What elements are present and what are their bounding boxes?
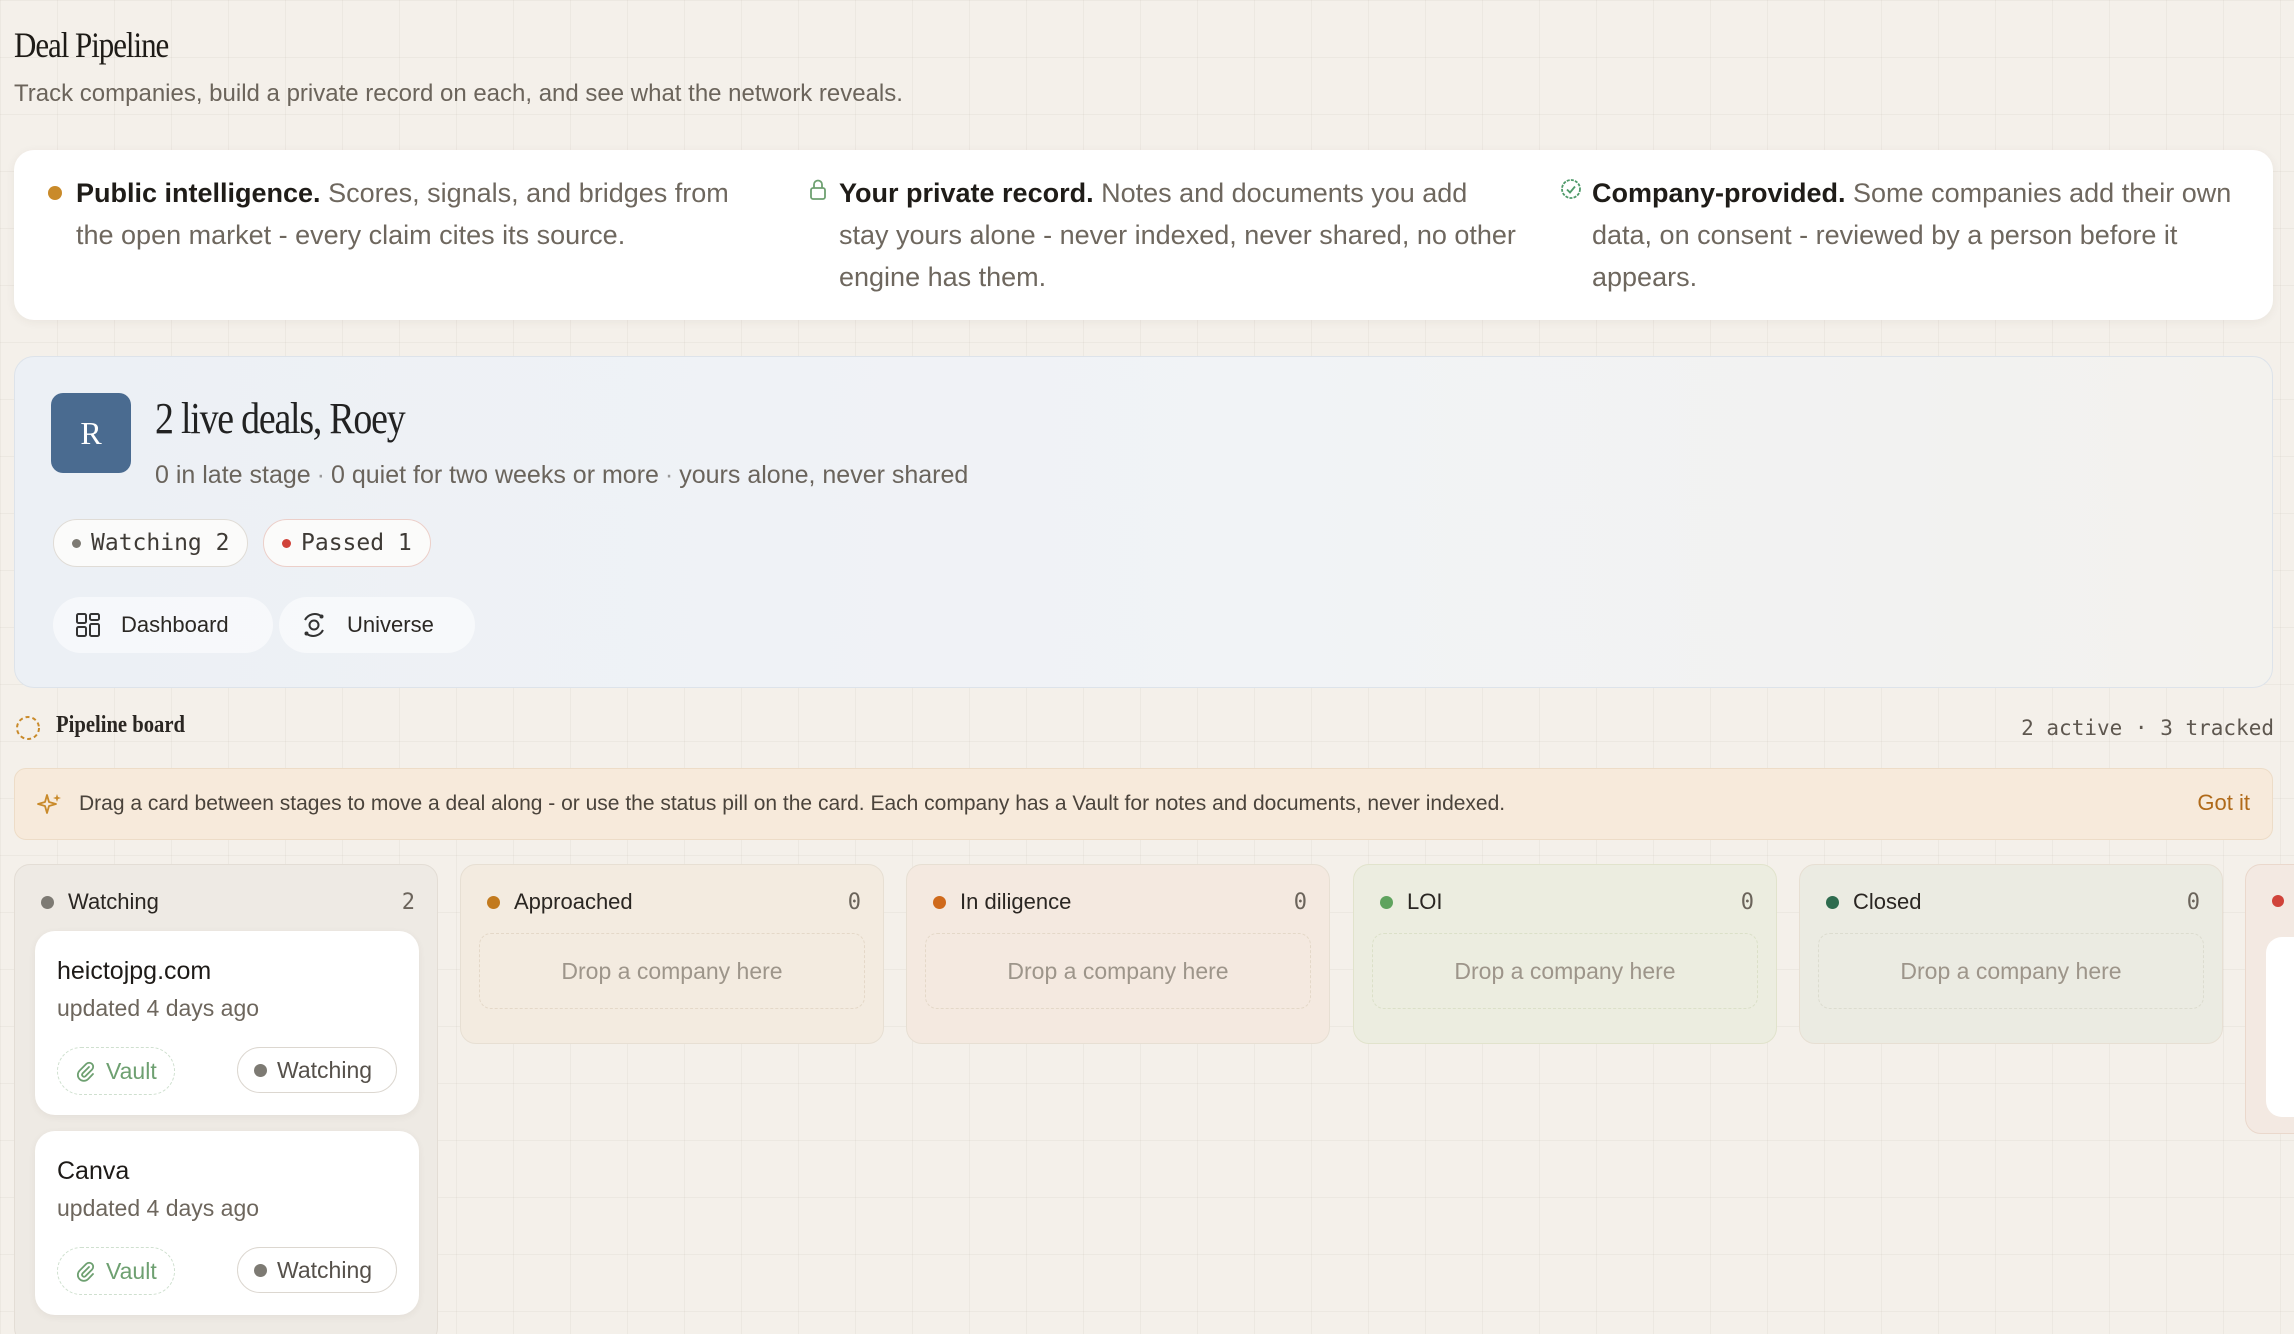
late-stage-count: 0 in late stage (155, 461, 311, 489)
column-label: In diligence (960, 889, 1072, 914)
status-dot (282, 538, 291, 548)
drop-zone[interactable]: Drop a company here (1372, 933, 1758, 1009)
column-closed[interactable]: Closed 0 Drop a company here (1799, 864, 2223, 1044)
status-dot (254, 1063, 267, 1077)
dashboard-label: Dashboard (121, 612, 229, 637)
paperclip-icon (77, 1061, 95, 1082)
status-dot (41, 895, 54, 909)
drop-zone[interactable]: Drop a company here (925, 933, 1311, 1009)
column-passed-partial[interactable] (2245, 864, 2294, 1134)
summary-subtitle: 0 in late stage · 0 quiet for two weeks or… (155, 461, 968, 490)
private-note: yours alone, never shared (679, 461, 969, 489)
avatar: R (51, 393, 131, 473)
vault-button[interactable]: Vault (57, 1247, 175, 1295)
status-label: Watching (277, 1256, 373, 1283)
info-card: Public intelligence. Scores, signals, an… (14, 150, 2273, 320)
column-count: 0 (1740, 889, 1754, 915)
separator: · (316, 461, 325, 489)
status-dot (1826, 895, 1839, 909)
board-title: Pipeline board (56, 712, 186, 738)
universe-button[interactable]: Universe (279, 597, 475, 653)
status-pill[interactable]: Watching (237, 1047, 397, 1093)
amber-dot-icon (48, 186, 62, 200)
check-badge-icon (1561, 179, 1581, 199)
column-header: In diligence 0 (933, 887, 1307, 917)
lock-icon (810, 179, 826, 200)
deal-card[interactable]: Canva updated 4 days ago Vault Watching (35, 1131, 419, 1315)
info-private-title: Your private record. (839, 178, 1094, 208)
got-it-button[interactable]: Got it (2197, 790, 2250, 816)
deal-updated: updated 4 days ago (57, 995, 260, 1021)
passed-filter-pill[interactable]: Passed 1 (263, 519, 431, 567)
sparkle-icon (37, 794, 61, 814)
vault-label: Vault (106, 1057, 157, 1084)
column-label: Watching (68, 889, 159, 914)
summary-title: 2 live deals, Roey (155, 394, 406, 443)
summary-card: R 2 live deals, Roey 0 in late stage · 0 q… (14, 356, 2273, 688)
column-count: 2 (401, 889, 415, 915)
info-public: Public intelligence. Scores, signals, an… (48, 172, 756, 256)
drop-zone[interactable]: Drop a company here (479, 933, 865, 1009)
column-header: Approached 0 (487, 887, 861, 917)
universe-label: Universe (347, 612, 434, 637)
paperclip-icon (77, 1261, 95, 1282)
grid-icon (76, 613, 100, 637)
quiet-count: 0 quiet for two weeks or more (331, 461, 659, 489)
column-count: 0 (1293, 889, 1307, 915)
status-dot (1380, 895, 1393, 909)
column-in-diligence[interactable]: In diligence 0 Drop a company here (906, 864, 1330, 1044)
orbit-icon (304, 613, 324, 637)
pill-label: Passed 1 (301, 530, 412, 556)
tip-text: Drag a card between stages to move a dea… (79, 792, 1506, 815)
deal-name[interactable]: heictojpg.com (57, 957, 211, 986)
deal-updated: updated 4 days ago (57, 1195, 260, 1221)
tip-banner: Drag a card between stages to move a dea… (14, 768, 2273, 840)
column-header: Closed 0 (1826, 887, 2200, 917)
status-dot (933, 895, 946, 909)
column-label: LOI (1407, 889, 1443, 914)
deal-name[interactable]: Canva (57, 1157, 129, 1186)
column-watching[interactable]: Watching 2 heictojpg.com updated 4 days … (14, 864, 438, 1334)
info-public-title: Public intelligence. (76, 178, 321, 208)
page-subtitle: Track companies, build a private record … (14, 80, 903, 107)
column-label: Approached (514, 889, 633, 914)
status-dot (72, 538, 81, 548)
pill-label: Watching 2 (91, 530, 230, 556)
status-dot (254, 1263, 267, 1277)
status-pill[interactable]: Watching (237, 1247, 397, 1293)
status-dot (487, 895, 500, 909)
column-header: Watching 2 (41, 887, 415, 917)
column-label: Closed (1853, 889, 1922, 914)
dashed-circle-icon (16, 716, 40, 740)
vault-button[interactable]: Vault (57, 1047, 175, 1095)
separator: · (664, 461, 674, 489)
column-count: 0 (2186, 889, 2200, 915)
info-company-title: Company-provided. (1592, 178, 1846, 208)
page-title: Deal Pipeline (14, 25, 169, 65)
info-company: Company-provided. Some companies add the… (1561, 172, 2262, 298)
watching-filter-pill[interactable]: Watching 2 (53, 519, 249, 567)
dashboard-button[interactable]: Dashboard (53, 597, 273, 653)
column-header: LOI 0 (1380, 887, 1754, 917)
deal-card[interactable]: heictojpg.com updated 4 days ago Vault W… (35, 931, 419, 1115)
status-dot (2272, 895, 2284, 907)
status-label: Watching (277, 1056, 373, 1083)
vault-label: Vault (106, 1257, 157, 1284)
column-loi[interactable]: LOI 0 Drop a company here (1353, 864, 1777, 1044)
deal-card-partial[interactable] (2266, 937, 2294, 1117)
drop-zone[interactable]: Drop a company here (1818, 933, 2204, 1009)
board-count: 2 active · 3 tracked (2021, 716, 2274, 740)
column-approached[interactable]: Approached 0 Drop a company here (460, 864, 884, 1044)
column-count: 0 (847, 889, 861, 915)
info-private: Your private record. Notes and documents… (810, 172, 1519, 298)
